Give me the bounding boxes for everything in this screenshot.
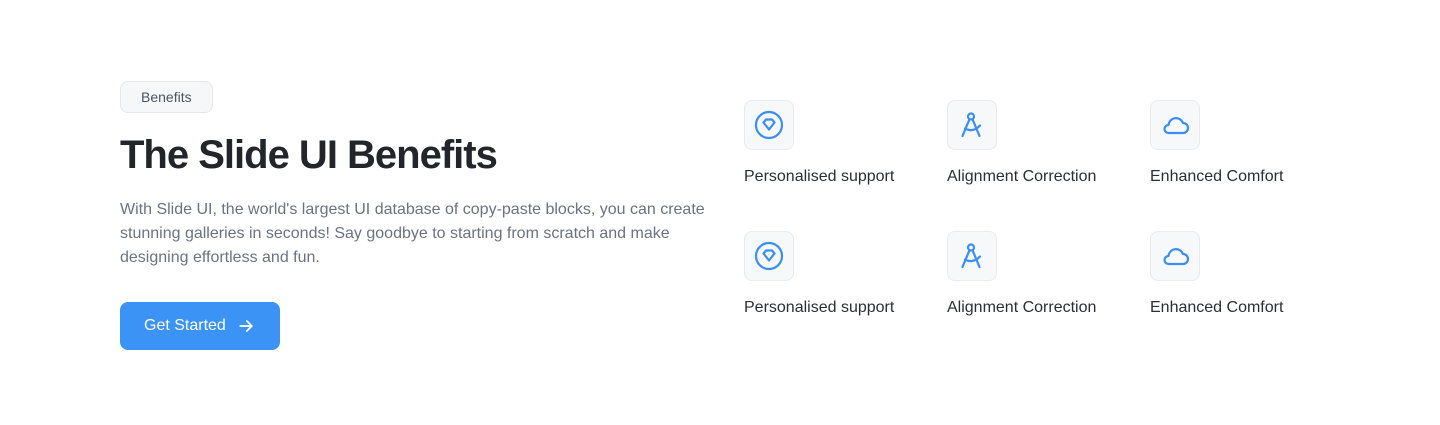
benefit-item: Alignment Correction <box>947 100 1150 186</box>
benefit-item: Enhanced Comfort <box>1150 100 1353 186</box>
get-started-button[interactable]: Get Started <box>120 302 280 350</box>
benefit-item: Personalised support <box>744 100 947 186</box>
benefit-icon-box <box>947 100 997 150</box>
benefit-label: Personalised support <box>744 299 895 316</box>
benefit-label: Personalised support <box>744 168 895 185</box>
benefit-icon-box <box>1150 231 1200 281</box>
arrow-right-icon <box>239 320 253 332</box>
page-title: The Slide UI Benefits <box>120 133 498 177</box>
compass-icon <box>961 112 982 138</box>
benefit-icon-box <box>744 231 794 281</box>
benefit-label: Alignment Correction <box>947 299 1097 316</box>
benefit-label: Alignment Correction <box>947 168 1097 185</box>
diamond-icon <box>754 241 784 271</box>
benefits-hero: Benefits The Slide UI Benefits With Slid… <box>120 81 720 350</box>
section-badge: Benefits <box>120 81 213 113</box>
cloud-icon <box>1163 248 1190 266</box>
benefit-icon-box <box>744 100 794 150</box>
cloud-icon <box>1163 117 1190 135</box>
benefit-item: Personalised support <box>744 231 947 317</box>
benefit-item: Enhanced Comfort <box>1150 231 1353 317</box>
benefit-label: Enhanced Comfort <box>1150 299 1284 316</box>
benefits-grid: Personalised support Alignment Correctio… <box>744 100 1353 317</box>
benefit-label: Enhanced Comfort <box>1150 168 1284 185</box>
get-started-label: Get Started <box>144 317 226 334</box>
hero-description: With Slide UI, the world's largest UI da… <box>120 201 705 266</box>
diamond-icon <box>754 110 784 140</box>
benefit-icon-box <box>947 231 997 281</box>
compass-icon <box>961 243 982 269</box>
benefit-item: Alignment Correction <box>947 231 1150 317</box>
benefit-icon-box <box>1150 100 1200 150</box>
